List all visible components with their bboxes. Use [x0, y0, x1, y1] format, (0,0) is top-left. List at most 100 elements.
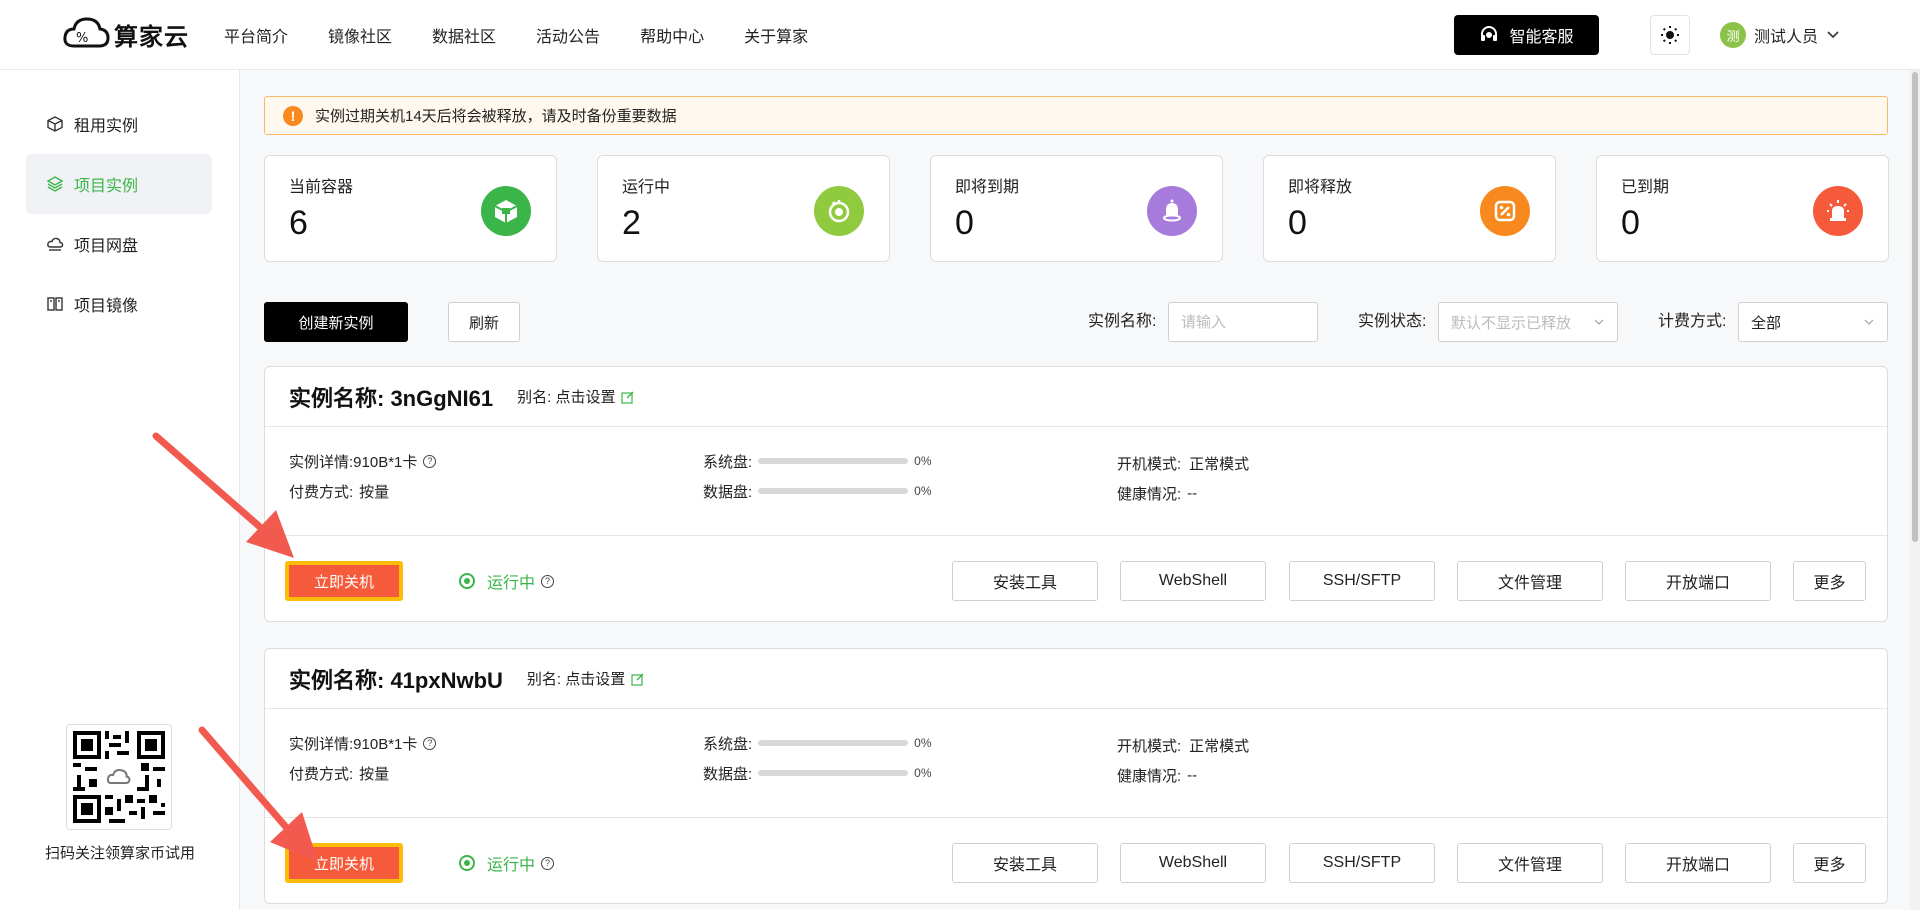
expiry-notice: ! 实例过期关机14天后将会被释放，请及时备份重要数据 — [264, 96, 1888, 135]
stat-value: 0 — [1288, 204, 1307, 242]
user-name: 测试人员 — [1754, 29, 1819, 46]
status-badge: 运行中 ? — [459, 851, 555, 875]
instance-detail: 实例详情: 910B*1卡 ? — [289, 733, 437, 753]
alias-text: 别名: 点击设置 — [526, 671, 626, 688]
stat-label: 即将到期 — [955, 179, 1020, 196]
chevron-down-icon — [1594, 319, 1604, 325]
install-tools-button[interactable]: 安装工具 — [952, 843, 1098, 883]
open-port-button[interactable]: 开放端口 — [1625, 843, 1771, 883]
qr-code-icon — [73, 731, 165, 823]
file-manager-button[interactable]: 文件管理 — [1457, 843, 1603, 883]
sidebar-item-rent-instance[interactable]: 租用实例 — [26, 94, 212, 154]
pay-label: 付费方式: — [289, 483, 354, 501]
boot-value: 正常模式 — [1189, 455, 1250, 473]
system-disk: 系统盘: 0% — [703, 451, 932, 471]
detail-value: 910B*1卡 — [353, 453, 418, 471]
status-text: 运行中 — [487, 575, 536, 592]
ai-service-label: 智能客服 — [1509, 29, 1574, 46]
instance-name-label: 实例名称: — [1088, 313, 1157, 330]
user-menu[interactable]: 测 测试人员 — [1720, 22, 1840, 48]
status-badge: 运行中 ? — [459, 569, 555, 593]
detail-value: 910B*1卡 — [353, 735, 418, 753]
stat-value: 6 — [289, 204, 308, 242]
nav-help-center[interactable]: 帮助中心 — [640, 23, 704, 47]
data-disk-label: 数据盘: — [703, 483, 753, 501]
sidebar-item-label: 项目实例 — [74, 178, 139, 195]
help-icon[interactable]: ? — [423, 736, 437, 750]
nav-about[interactable]: 关于算家 — [744, 23, 808, 47]
ai-service-button[interactable]: 智能客服 — [1454, 15, 1599, 55]
nav-data-community[interactable]: 数据社区 — [432, 23, 496, 47]
help-icon[interactable]: ? — [423, 454, 437, 468]
detail-label: 实例详情: — [289, 453, 354, 471]
nav-announcements[interactable]: 活动公告 — [536, 23, 600, 47]
system-disk: 系统盘: 0% — [703, 733, 932, 753]
billing-select[interactable]: 全部 — [1738, 302, 1888, 342]
instance-detail: 实例详情: 910B*1卡 ? — [289, 451, 437, 471]
sys-disk-pct: 0% — [914, 736, 932, 750]
alias-setting[interactable]: 别名: 点击设置 — [527, 668, 645, 689]
brand-logo[interactable]: % 算家云 — [62, 14, 189, 54]
data-disk-pct: 0% — [914, 766, 932, 780]
bell-icon — [1147, 186, 1197, 236]
webshell-button[interactable]: WebShell — [1120, 843, 1266, 883]
health-value: -- — [1187, 484, 1198, 502]
webshell-button[interactable]: WebShell — [1120, 561, 1266, 601]
shutdown-label: 立即关机 — [289, 847, 399, 879]
nav-platform-intro[interactable]: 平台简介 — [224, 23, 288, 47]
data-disk-bar — [758, 770, 909, 776]
container-icon — [481, 186, 531, 236]
ssh-sftp-button[interactable]: SSH/SFTP — [1289, 843, 1435, 883]
alias-text: 别名: 点击设置 — [517, 389, 616, 406]
file-manager-button[interactable]: 文件管理 — [1457, 561, 1603, 601]
instance-toolbar: 创建新实例 刷新 实例名称: 实例状态: 默认不显示已释放 计费方式: 全部 — [264, 302, 1888, 342]
avatar: 测 — [1720, 22, 1746, 48]
qr-caption: 扫码关注领算家币试用 — [44, 845, 195, 862]
main-nav: 平台简介 镜像社区 数据社区 活动公告 帮助中心 关于算家 — [224, 0, 848, 70]
sidebar-item-label: 项目镜像 — [74, 298, 139, 315]
instance-title: 实例名称: 3nGgNI61 — [289, 385, 494, 411]
pay-value: 按量 — [359, 765, 390, 783]
sidebar-item-project-instance[interactable]: 项目实例 — [26, 154, 212, 214]
headset-icon — [1481, 26, 1498, 41]
sidebar-item-label: 项目网盘 — [74, 238, 139, 255]
boot-mode: 开机模式: 正常模式 — [1117, 453, 1249, 473]
data-disk-bar — [758, 488, 909, 494]
create-instance-button[interactable]: 创建新实例 — [264, 302, 408, 342]
page-scrollbar[interactable] — [1910, 70, 1920, 910]
health-value: -- — [1187, 766, 1198, 784]
boot-label: 开机模式: — [1117, 455, 1182, 473]
sys-disk-bar — [758, 740, 909, 746]
instance-card: 实例名称: 41pxNwbU 别名: 点击设置 实例详情: 910B*1卡 ? … — [264, 648, 1888, 904]
instance-state-select[interactable]: 默认不显示已释放 — [1438, 302, 1618, 342]
alias-setting[interactable]: 别名: 点击设置 — [517, 386, 635, 407]
sidebar-item-project-drive[interactable]: 项目网盘 — [26, 214, 212, 274]
stat-card-running: 运行中 2 — [597, 155, 890, 262]
instance-state-label: 实例状态: — [1358, 313, 1427, 330]
sidebar: 租用实例 项目实例 项目网盘 项目镜像 扫码关注领算家币试用 — [0, 70, 240, 910]
open-port-button[interactable]: 开放端口 — [1625, 561, 1771, 601]
theme-toggle-button[interactable] — [1650, 15, 1690, 55]
health-label: 健康情况: — [1117, 485, 1182, 503]
install-tools-button[interactable]: 安装工具 — [952, 561, 1098, 601]
instance-name-input[interactable] — [1168, 302, 1318, 342]
pay-value: 按量 — [359, 483, 390, 501]
running-dot-icon — [459, 855, 475, 871]
more-button[interactable]: 更多 — [1793, 561, 1866, 601]
shutdown-button[interactable]: 立即关机 — [285, 561, 403, 601]
chevron-down-icon — [1864, 319, 1874, 325]
instance-title: 实例名称: 41pxNwbU — [289, 667, 503, 693]
refresh-button[interactable]: 刷新 — [448, 302, 520, 342]
shutdown-button[interactable]: 立即关机 — [285, 843, 403, 883]
alarm-icon — [1813, 186, 1863, 236]
stat-card-expiring: 即将到期 0 — [930, 155, 1223, 262]
more-button[interactable]: 更多 — [1793, 843, 1866, 883]
help-icon[interactable]: ? — [541, 574, 555, 588]
ssh-sftp-button[interactable]: SSH/SFTP — [1289, 561, 1435, 601]
sidebar-item-project-image[interactable]: 项目镜像 — [26, 274, 212, 334]
help-icon[interactable]: ? — [541, 856, 555, 870]
nav-image-community[interactable]: 镜像社区 — [328, 23, 392, 47]
stat-label: 运行中 — [622, 179, 671, 196]
stat-value: 0 — [1621, 204, 1640, 242]
pay-label: 付费方式: — [289, 765, 354, 783]
